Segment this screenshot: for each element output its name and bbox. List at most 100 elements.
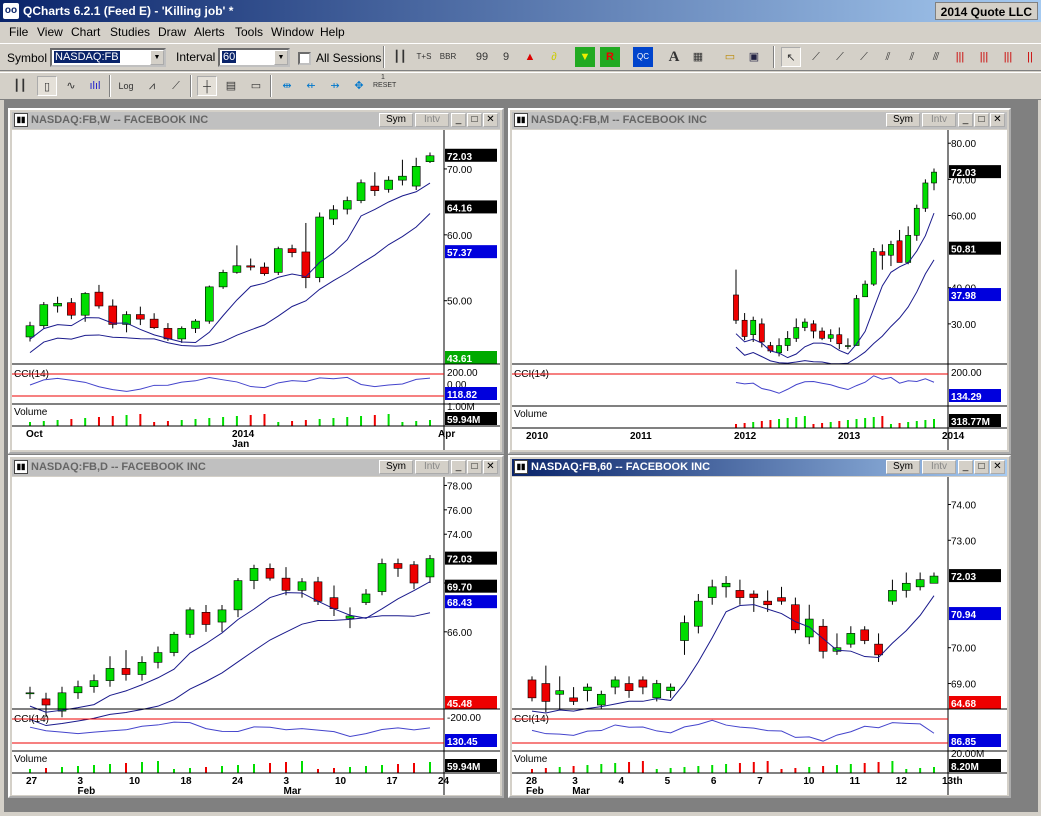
x-tick-sublabel: Mar xyxy=(572,786,590,795)
interval-input[interactable]: 60 ▼ xyxy=(218,48,290,67)
zoom-in-icon[interactable]: ⇹ xyxy=(277,76,297,96)
sym-button[interactable]: Sym xyxy=(379,113,413,127)
reset-button[interactable]: 1 RESET xyxy=(373,74,396,94)
candle-icon[interactable]: ▯ xyxy=(37,76,57,96)
minimize-icon[interactable]: _ xyxy=(451,460,466,474)
minimize-icon[interactable]: _ xyxy=(451,113,466,127)
menu-draw[interactable]: Draw xyxy=(158,25,186,39)
close-icon[interactable]: ✕ xyxy=(483,460,498,474)
interval-dropdown-icon[interactable]: ▼ xyxy=(274,50,288,65)
single-quote-icon[interactable]: 9 xyxy=(496,47,516,67)
text-icon[interactable]: A xyxy=(664,47,684,67)
candle xyxy=(733,294,739,321)
menu-window[interactable]: Window xyxy=(271,25,314,39)
time-sales-icon[interactable]: T+S xyxy=(414,47,434,67)
log-scale-icon[interactable]: Log xyxy=(116,76,136,96)
menu-tools[interactable]: Tools xyxy=(235,25,263,39)
maximize-icon[interactable]: □ xyxy=(467,113,482,127)
quote-icon[interactable]: 99 xyxy=(472,47,492,67)
split-icon[interactable]: ▭ xyxy=(246,76,266,96)
symbol-dropdown-icon[interactable]: ▼ xyxy=(150,50,164,65)
expand-icon[interactable]: ⟋ xyxy=(166,76,186,96)
speed-line-icon[interactable]: ⫽ xyxy=(902,47,922,67)
open-folder-icon[interactable]: ▭ xyxy=(720,47,740,67)
rank-icon[interactable]: R xyxy=(600,47,620,67)
interval-label: Interval xyxy=(176,50,216,64)
pointer-icon[interactable]: ↖ xyxy=(781,47,801,67)
chart-window-weekly[interactable]: ▮▮ NASDAQ:FB,W -- FACEBOOK INC Sym Intv … xyxy=(8,108,504,454)
bar-chart-icon[interactable]: ┃┃ xyxy=(390,47,410,67)
grid-icon[interactable]: ▦ xyxy=(688,47,708,67)
fibonacci-icon[interactable]: ||| xyxy=(950,47,970,67)
zoom-out-icon[interactable]: ✥ xyxy=(349,76,369,96)
market-map-icon[interactable]: ▼ xyxy=(575,47,595,67)
close-icon[interactable]: ✕ xyxy=(990,460,1005,474)
candle xyxy=(652,683,662,699)
ma-value-tag: 70.94 xyxy=(951,610,976,621)
intv-button[interactable]: Intv xyxy=(415,460,449,474)
compress-icon[interactable]: ⩘ xyxy=(142,76,162,96)
x-tick-label: 13th xyxy=(942,776,963,787)
fib-time-icon[interactable]: ||| xyxy=(974,47,994,67)
close-icon[interactable]: ✕ xyxy=(990,113,1005,127)
intv-button[interactable]: Intv xyxy=(415,113,449,127)
fan-icon[interactable]: ⫻ xyxy=(926,47,946,67)
ma-value-tag: 50.81 xyxy=(951,245,976,256)
sym-button[interactable]: Sym xyxy=(886,460,920,474)
symbol-input[interactable]: NASDAQ:FB ▼ xyxy=(50,48,166,67)
menu-file[interactable]: File xyxy=(9,25,28,39)
alert-icon[interactable]: ▲ xyxy=(520,47,540,67)
ohlc-bars-icon[interactable]: ┃┃ xyxy=(10,76,30,96)
chart-window-monthly[interactable]: ▮▮ NASDAQ:FB,M -- FACEBOOK INC Sym Intv … xyxy=(508,108,1011,454)
minimize-icon[interactable]: _ xyxy=(958,460,973,474)
extended-line-icon[interactable]: ⟋ xyxy=(854,47,874,67)
menu-help[interactable]: Help xyxy=(320,25,345,39)
minimize-icon[interactable]: _ xyxy=(958,113,973,127)
save-icon[interactable]: ▣ xyxy=(744,47,764,67)
menu-chart[interactable]: Chart xyxy=(71,25,100,39)
scroll-right-icon[interactable]: ⇸ xyxy=(325,76,345,96)
sym-button[interactable]: Sym xyxy=(379,460,413,474)
menu-bar: File View Chart Studies Draw Alerts Tool… xyxy=(0,22,1041,42)
y-tick-label: 78.00 xyxy=(447,481,472,492)
candle xyxy=(205,286,214,322)
gann-icon[interactable]: || xyxy=(1020,47,1040,67)
candle xyxy=(94,291,104,307)
x-tick-label: 2013 xyxy=(838,431,861,442)
app-icon[interactable]: oo xyxy=(3,3,19,19)
menu-studies[interactable]: Studies xyxy=(110,25,150,39)
maximize-icon[interactable]: □ xyxy=(467,460,482,474)
intv-button[interactable]: Intv xyxy=(922,113,956,127)
intv-button[interactable]: Intv xyxy=(922,460,956,474)
data-window-icon[interactable]: ▤ xyxy=(221,76,241,96)
line-chart-icon[interactable]: ∿ xyxy=(61,76,81,96)
crosshair-icon[interactable]: ┼ xyxy=(197,76,217,96)
all-sessions-checkbox[interactable] xyxy=(298,52,311,65)
chart-title-bar[interactable]: ▮▮ NASDAQ:FB,M -- FACEBOOK INC Sym Intv … xyxy=(512,112,1007,129)
menu-view[interactable]: View xyxy=(37,25,63,39)
x-tick-sublabel: Jan xyxy=(232,439,249,450)
maximize-icon[interactable]: □ xyxy=(974,113,989,127)
chart-weekly: 50.0060.0070.0072.0364.1657.3743.61CCI(1… xyxy=(12,130,500,450)
ray-icon[interactable]: ⟋ xyxy=(830,47,850,67)
chart-window-daily[interactable]: ▮▮ NASDAQ:FB,D -- FACEBOOK INC Sym Intv … xyxy=(8,455,504,798)
ticker-icon[interactable]: ∂ xyxy=(544,47,564,67)
chart-title-bar[interactable]: ▮▮ NASDAQ:FB,D -- FACEBOOK INC Sym Intv … xyxy=(12,459,500,476)
qcharts-icon[interactable]: QC xyxy=(633,47,653,67)
chart-title-bar[interactable]: ▮▮ NASDAQ:FB,W -- FACEBOOK INC Sym Intv … xyxy=(12,112,500,129)
close-icon[interactable]: ✕ xyxy=(483,113,498,127)
menu-alerts[interactable]: Alerts xyxy=(194,25,225,39)
bbr-icon[interactable]: BBR xyxy=(438,47,458,67)
maximize-icon[interactable]: □ xyxy=(974,460,989,474)
trendline-icon[interactable]: ⟋ xyxy=(806,47,826,67)
cycle-icon[interactable]: ||| xyxy=(998,47,1018,67)
candle xyxy=(39,304,49,327)
histogram-icon[interactable]: ılıl xyxy=(85,76,105,96)
candle xyxy=(846,633,856,645)
chart-title-bar[interactable]: ▮▮ NASDAQ:FB,60 -- FACEBOOK INC Sym Intv… xyxy=(512,459,1007,476)
scroll-left-icon[interactable]: ⇷ xyxy=(301,76,321,96)
channel-icon[interactable]: ⫽ xyxy=(878,47,898,67)
sym-button[interactable]: Sym xyxy=(886,113,920,127)
chart-window-hourly[interactable]: ▮▮ NASDAQ:FB,60 -- FACEBOOK INC Sym Intv… xyxy=(508,455,1011,798)
candle xyxy=(57,692,67,712)
